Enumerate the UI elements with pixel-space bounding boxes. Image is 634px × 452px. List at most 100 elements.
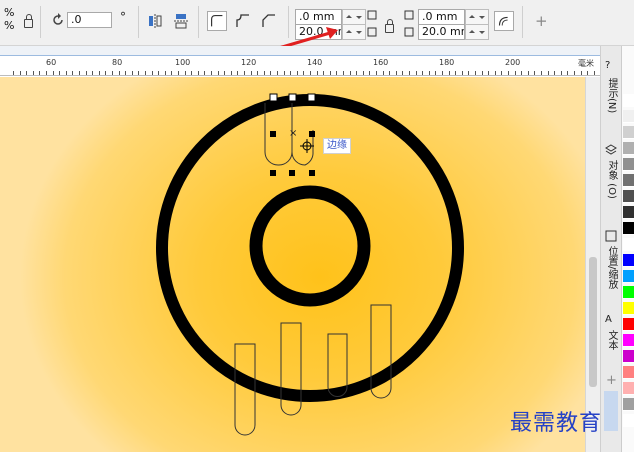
ruler-tick: [376, 71, 377, 75]
ruler-tick: [92, 71, 94, 75]
color-swatch[interactable]: [623, 222, 634, 235]
tab-transform[interactable]: 位置/缩放: [601, 228, 622, 313]
color-swatch[interactable]: [623, 270, 634, 283]
color-swatch[interactable]: [623, 94, 634, 107]
ruler-tick: [112, 71, 113, 75]
ruler-tick: [250, 71, 252, 75]
ruler-tick: [197, 71, 199, 75]
ruler-tick: [118, 71, 120, 75]
mirror-horizontal-icon[interactable]: [145, 11, 165, 31]
inner-ring-shape: [249, 185, 371, 307]
ruler-guide-strip: [0, 46, 600, 56]
corner-radius-top-right-spinner[interactable]: [465, 9, 489, 25]
ruler-tick: [171, 71, 173, 75]
ruler-tick: [32, 71, 34, 75]
ruler-tick: [382, 71, 384, 75]
ruler-tick: [138, 71, 140, 75]
ruler-tick: [290, 71, 292, 75]
color-swatch[interactable]: [623, 190, 634, 203]
relative-corner-scaling-button[interactable]: [494, 11, 514, 31]
ruler-tick: [178, 71, 179, 75]
ruler-label: 160: [373, 58, 389, 67]
color-swatch[interactable]: [623, 350, 634, 363]
ruler-tick: [448, 71, 450, 75]
ruler-tick: [455, 71, 457, 75]
color-swatch[interactable]: [623, 110, 634, 123]
ruler-tick: [422, 71, 424, 75]
ruler-tick: [481, 71, 483, 75]
color-swatch[interactable]: [623, 286, 634, 299]
ruler-tick: [475, 71, 476, 75]
color-swatch[interactable]: [623, 174, 634, 187]
corner-radius-top-left-spinner[interactable]: [342, 9, 366, 25]
lock-corners-icon[interactable]: [385, 19, 394, 33]
ruler-tick: [158, 71, 160, 75]
ruler-tick: [46, 71, 47, 75]
ruler-tick: [19, 71, 21, 75]
ruler-tick: [395, 71, 397, 75]
ruler-tick: [296, 71, 298, 75]
separator: [198, 6, 199, 38]
ruler-tick: [574, 71, 575, 75]
color-swatch[interactable]: [623, 254, 634, 267]
horizontal-ruler[interactable]: 60 80 100 120 140 160 180 200 毫米: [0, 56, 600, 76]
mirror-vertical-icon[interactable]: [171, 11, 191, 31]
corner-radius-top-left-input[interactable]: .0 mm: [295, 9, 342, 25]
lock-ratio-icon[interactable]: [24, 14, 33, 28]
corner-radius-bottom-right-input[interactable]: 20.0 mm: [418, 24, 465, 40]
ruler-tick: [131, 71, 133, 75]
ruler-tick: [415, 71, 417, 75]
color-swatch[interactable]: [623, 158, 634, 171]
color-swatch[interactable]: [623, 334, 634, 347]
corner-link-icon: [367, 10, 377, 37]
color-swatch[interactable]: [623, 126, 634, 139]
ruler-tick: [514, 71, 516, 75]
color-swatch[interactable]: [623, 302, 634, 315]
outer-ring-shape: [156, 94, 464, 402]
ruler-tick: [164, 71, 166, 75]
rotate-icon: [53, 13, 63, 25]
ruler-tick: [567, 71, 569, 75]
color-swatch[interactable]: [623, 142, 634, 155]
color-swatch[interactable]: [623, 238, 634, 251]
color-swatch[interactable]: [623, 318, 634, 331]
drawing-canvas[interactable]: ×: [0, 77, 600, 452]
tab-hints[interactable]: ? 提示(N): [601, 56, 622, 136]
corner-radius-bottom-right-spinner[interactable]: [465, 24, 489, 40]
ruler-tick: [65, 71, 67, 75]
ruler-tick: [257, 71, 259, 75]
add-button[interactable]: +: [535, 12, 548, 30]
ruler-tick: [541, 71, 542, 75]
ruler-tick: [362, 71, 364, 75]
docker-tabs: ? 提示(N) 对象 (O) 位置/缩放 A 文本 +: [600, 46, 621, 452]
rotation-input[interactable]: .0: [67, 12, 112, 28]
tab-objects[interactable]: 对象 (O): [601, 142, 622, 237]
ruler-tick: [409, 71, 410, 75]
ruler-label: 180: [439, 58, 455, 67]
round-corner-button[interactable]: [207, 11, 227, 31]
ruler-tick: [303, 71, 305, 75]
ruler-tick: [560, 71, 562, 75]
ruler-label: 120: [241, 58, 257, 67]
color-palette: [621, 46, 634, 452]
color-swatch[interactable]: [623, 206, 634, 219]
color-swatch[interactable]: [623, 414, 634, 427]
ruler-tick: [230, 71, 232, 75]
ruler-tick: [145, 71, 146, 75]
text-icon: A: [605, 314, 612, 325]
separator: [138, 6, 139, 38]
scrollbar-thumb[interactable]: [589, 257, 597, 387]
color-swatch[interactable]: [623, 398, 634, 411]
add-docker-button[interactable]: +: [606, 373, 617, 388]
ruler-tick: [343, 71, 344, 75]
ruler-tick: [59, 71, 61, 75]
color-swatch[interactable]: [623, 382, 634, 395]
tab-hints-label: 提示(N): [606, 78, 617, 114]
color-swatch[interactable]: [623, 366, 634, 379]
ruler-tick: [435, 71, 437, 75]
ruler-tick: [26, 71, 28, 75]
vertical-scrollbar[interactable]: [585, 77, 600, 452]
tab-text[interactable]: A 文本: [601, 314, 622, 364]
corner-radius-top-right-input[interactable]: .0 mm: [418, 9, 465, 25]
scalloped-corner-button[interactable]: [233, 11, 253, 31]
